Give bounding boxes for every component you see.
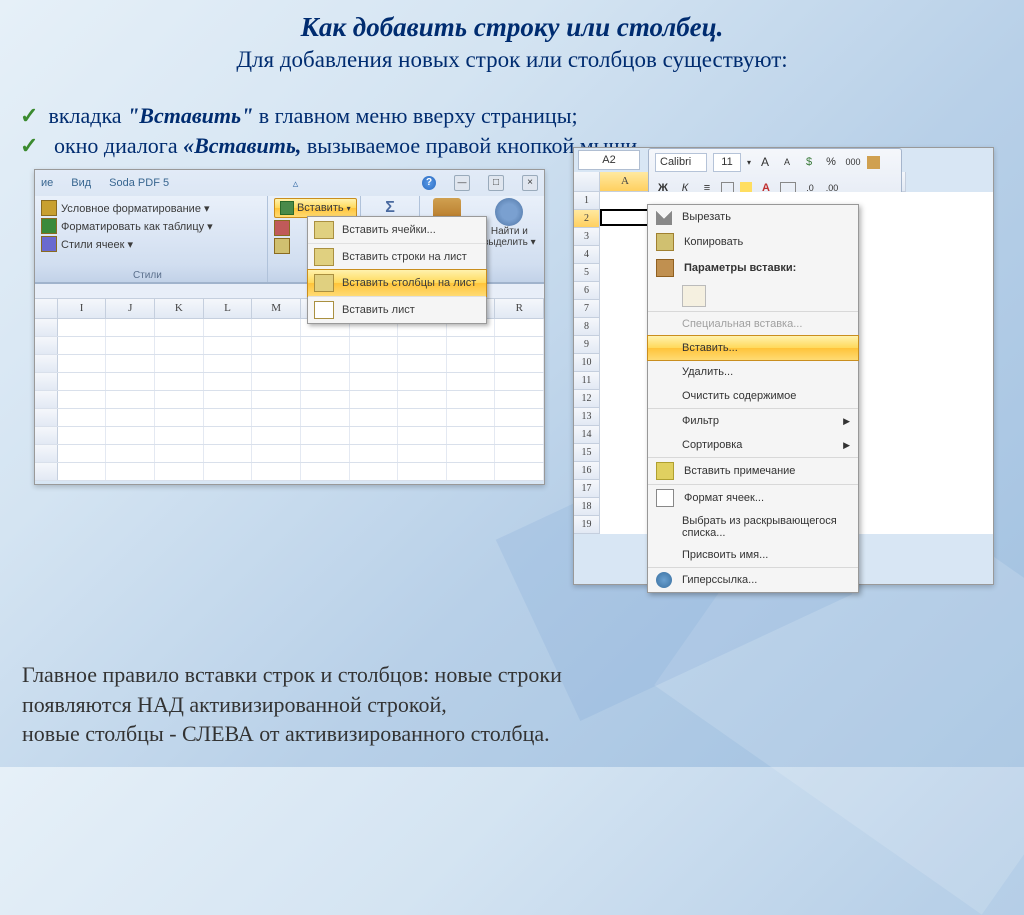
footer-text: Главное правило вставки строк и столбцов… — [22, 660, 562, 749]
insert-button[interactable]: Вставить▾ — [274, 198, 357, 218]
menu-item-paste-special: Специальная вставка... — [648, 311, 858, 336]
format-as-table-button[interactable]: Форматировать как таблицу ▾ — [61, 220, 213, 233]
insert-cells-icon — [314, 221, 334, 239]
slide-title: Как добавить строку или столбец. — [0, 0, 1024, 43]
column-header-selected[interactable]: A — [600, 172, 651, 192]
ribbon-tab[interactable]: ие — [41, 177, 53, 189]
slide-subtitle: Для добавления новых строк или столбцов … — [0, 47, 1024, 73]
insert-columns-icon — [314, 274, 334, 292]
autosum-icon[interactable]: Σ — [385, 199, 395, 217]
conditional-formatting-icon — [41, 200, 57, 216]
delete-icon — [274, 220, 290, 236]
font-size-select[interactable]: 11 — [713, 153, 741, 172]
menu-item-sort[interactable]: Сортировка▶ — [648, 433, 858, 457]
menu-item-insert-sheet[interactable]: Вставить лист — [308, 296, 486, 323]
name-box[interactable]: A2 — [578, 150, 640, 170]
format-cells-icon — [656, 489, 674, 507]
accounting-format-icon[interactable]: $ — [801, 154, 817, 170]
menu-item-dropdown-list[interactable]: Выбрать из раскрывающегося списка... — [648, 511, 858, 543]
screenshot-context-menu: A2 Calibri 11 ▾ A A $ % 000 Ж К ≡ — [573, 147, 994, 585]
menu-item-clear[interactable]: Очистить содержимое — [648, 384, 858, 408]
font-family-select[interactable]: Calibri — [655, 153, 707, 172]
format-icon — [274, 238, 290, 254]
format-painter-icon[interactable] — [867, 156, 880, 169]
paste-option-button[interactable] — [648, 281, 858, 311]
window-control-icon[interactable]: — — [454, 175, 470, 191]
screenshot-ribbon-insert: ие Вид Soda PDF 5 ▵ ? — □ × Условное фор… — [34, 169, 545, 485]
active-cell — [600, 209, 650, 226]
row-headers: 1 2 345 678 91011 121314 151617 1819 — [574, 192, 600, 534]
menu-item-cut[interactable]: Вырезать — [648, 205, 858, 229]
menu-item-hyperlink[interactable]: Гиперссылка... — [648, 567, 858, 592]
menu-item-delete[interactable]: Удалить... — [648, 360, 858, 384]
menu-item-format-cells[interactable]: Формат ячеек... — [648, 484, 858, 511]
menu-item-paste-options[interactable]: Параметры вставки: — [648, 255, 858, 281]
menu-item-filter[interactable]: Фильтр▶ — [648, 408, 858, 433]
window-control-icon[interactable]: □ — [488, 175, 504, 191]
menu-item-comment[interactable]: Вставить примечание — [648, 457, 858, 484]
cell-styles-button[interactable]: Стили ячеек ▾ — [61, 238, 133, 251]
insert-rows-icon — [314, 248, 334, 266]
spreadsheet-grid[interactable] — [35, 319, 544, 481]
copy-icon — [656, 233, 674, 251]
insert-dropdown-menu: Вставить ячейки... Вставить строки на ли… — [307, 216, 487, 324]
cell-styles-icon — [41, 236, 57, 252]
paste-icon — [656, 259, 674, 277]
format-table-icon — [41, 218, 57, 234]
find-select-icon[interactable] — [495, 198, 523, 226]
find-select-label: Найти и выделить ▾ — [483, 227, 536, 248]
menu-item-insert-cells[interactable]: Вставить ячейки... — [308, 217, 486, 243]
help-icon[interactable]: ? — [422, 176, 436, 190]
menu-item-insert-rows[interactable]: Вставить строки на лист — [308, 243, 486, 270]
ribbon-tab[interactable]: Soda PDF 5 — [109, 177, 169, 189]
menu-item-copy[interactable]: Копировать — [648, 229, 858, 255]
window-close-icon[interactable]: × — [522, 175, 538, 191]
comment-icon — [656, 462, 674, 480]
percent-format-icon[interactable]: % — [823, 154, 839, 170]
ribbon-tab[interactable]: Вид — [71, 177, 91, 189]
conditional-formatting-button[interactable]: Условное форматирование ▾ — [61, 202, 210, 215]
comma-format-icon[interactable]: 000 — [845, 154, 861, 170]
insert-icon — [280, 201, 294, 215]
row-header-selected[interactable]: 2 — [574, 210, 600, 228]
cut-icon — [656, 209, 672, 225]
insert-sheet-icon — [314, 301, 334, 319]
hyperlink-icon — [656, 572, 672, 588]
menu-item-insert-columns[interactable]: Вставить столбцы на лист — [307, 269, 487, 297]
group-label: Стили — [133, 270, 162, 281]
menu-item-insert[interactable]: Вставить... — [647, 335, 859, 361]
decrease-font-icon[interactable]: A — [779, 154, 795, 170]
increase-font-icon[interactable]: A — [757, 154, 773, 170]
menu-item-define-name[interactable]: Присвоить имя... — [648, 543, 858, 567]
context-menu: Вырезать Копировать Параметры вставки: С… — [647, 204, 859, 593]
bullet-item: вкладка "Вставить" в главном меню вверху… — [20, 103, 1024, 129]
